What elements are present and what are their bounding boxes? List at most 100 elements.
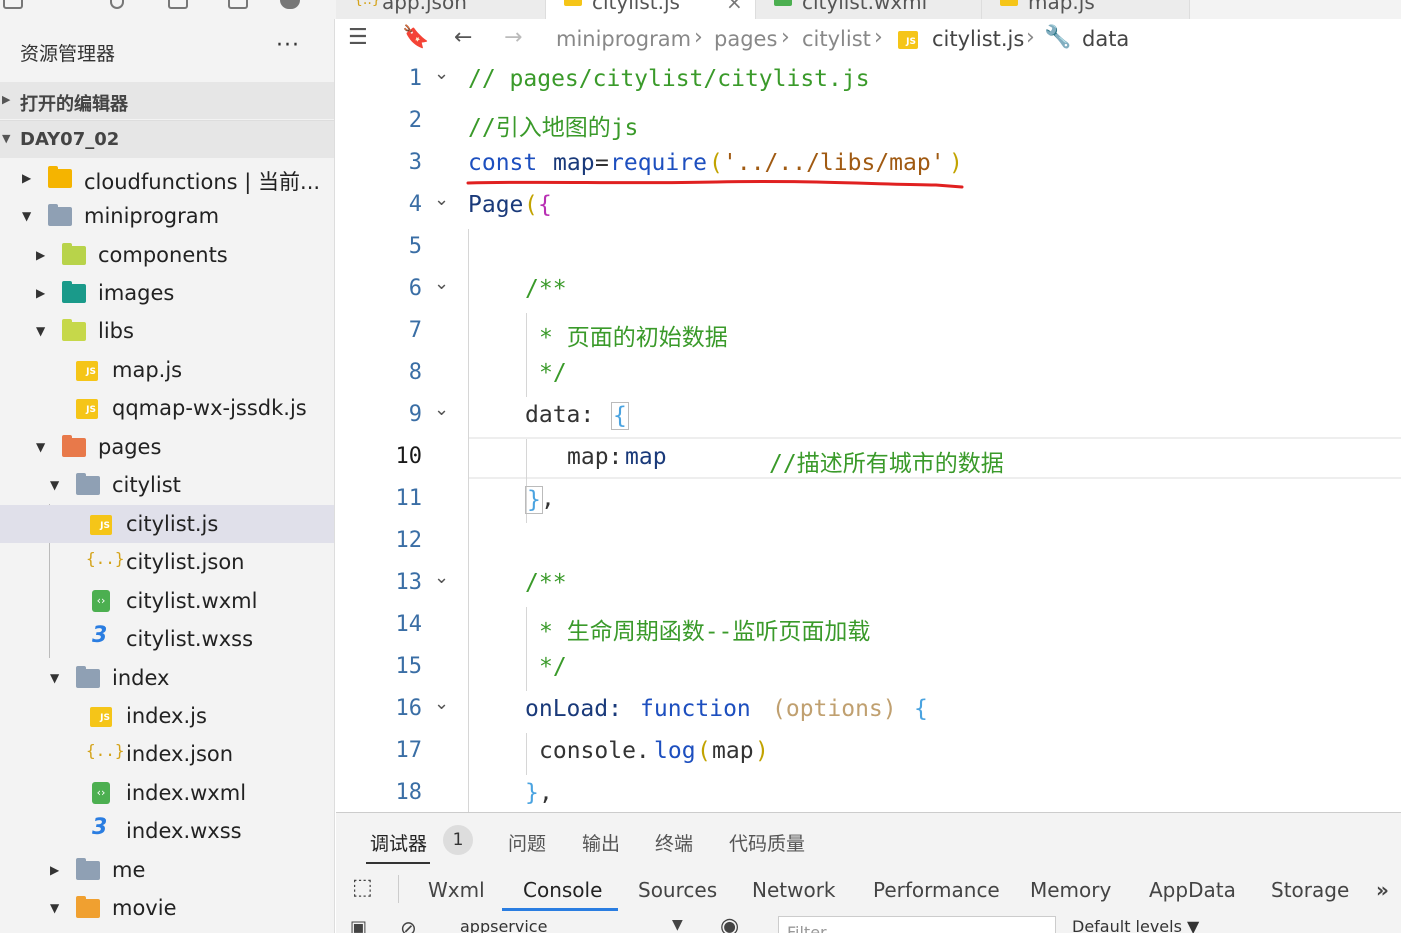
tree-item-libs[interactable]: ▼ libs: [0, 312, 334, 350]
chevron-down-icon[interactable]: ⌄: [434, 693, 449, 714]
tab-map-js[interactable]: map.js: [982, 0, 1190, 19]
chevron-down-icon[interactable]: ⌄: [434, 273, 449, 294]
real-device-icon[interactable]: [228, 0, 248, 9]
devtools-tab-storage[interactable]: Storage: [1271, 878, 1349, 902]
chevron-down-icon[interactable]: ⌄: [434, 189, 449, 210]
devtools-tab-performance[interactable]: Performance: [873, 878, 1000, 902]
context-select[interactable]: appservice: [460, 917, 547, 933]
tree-item-index-json[interactable]: {..} index.json: [0, 735, 334, 773]
chevron-right-icon: ▶: [50, 863, 60, 877]
arrow-icon[interactable]: [60, 0, 80, 9]
chevron-down-icon: ▼: [50, 478, 60, 492]
tree-item-index[interactable]: ▼ index: [0, 659, 334, 697]
preview-icon[interactable]: [168, 0, 188, 9]
clear-console-icon[interactable]: ⊘: [400, 916, 417, 933]
more-actions-button[interactable]: ···: [276, 33, 300, 58]
breadcrumb-miniprogram[interactable]: miniprogram: [556, 27, 691, 51]
code-line[interactable]: 11 } ,: [336, 479, 1401, 521]
tree-item-map-js[interactable]: JS map.js: [0, 351, 334, 389]
tree-item-qqmap-js[interactable]: JS qqmap-wx-jssdk.js: [0, 389, 334, 427]
code-line[interactable]: 14 * 生命周期函数--监听页面加载: [336, 605, 1401, 647]
tree-item-movie[interactable]: ▼ movie: [0, 889, 334, 927]
tab-problems[interactable]: 问题: [508, 829, 546, 856]
tab-debugger[interactable]: 调试器: [370, 829, 427, 856]
code-line-current[interactable]: 10 map: map //描述所有城市的数据: [336, 437, 1401, 479]
tab-terminal[interactable]: 终端: [655, 829, 693, 856]
code-line[interactable]: 16 ⌄ onLoad: function (options) {: [336, 689, 1401, 731]
chevron-down-icon[interactable]: ⌄: [434, 399, 449, 420]
breadcrumb-pages[interactable]: pages: [714, 27, 777, 51]
more-tabs-button[interactable]: »: [1376, 878, 1389, 902]
code-line[interactable]: 5: [336, 227, 1401, 269]
wxss-file-icon: 3: [92, 623, 108, 648]
inspect-element-icon[interactable]: ⬚: [352, 875, 373, 900]
code-line[interactable]: 6 ⌄ /**: [336, 269, 1401, 311]
devtools-tab-console[interactable]: Console: [523, 878, 602, 902]
chevron-down-icon[interactable]: ⌄: [434, 567, 449, 588]
tree-item-index-wxss[interactable]: 3 index.wxss: [0, 812, 334, 850]
compile-icon[interactable]: [110, 0, 124, 9]
devtools-tab-network[interactable]: Network: [752, 878, 836, 902]
chevron-down-icon[interactable]: ⌄: [434, 63, 449, 84]
code-line[interactable]: 2 //引入地图的js: [336, 101, 1401, 143]
tree-item-components[interactable]: ▶ components: [0, 236, 334, 274]
tree-item-cloudfunctions[interactable]: ▶ cloudfunctions | 当前...: [0, 159, 334, 197]
code-line[interactable]: 8 */: [336, 353, 1401, 395]
tree-item-me[interactable]: ▶ me: [0, 851, 334, 889]
forward-arrow-icon[interactable]: →: [504, 25, 522, 50]
tab-output[interactable]: 输出: [582, 829, 620, 856]
tree-item-index-wxml[interactable]: ‹› index.wxml: [0, 774, 334, 812]
js-file-icon: JS: [898, 31, 918, 49]
tree-item-index-js[interactable]: JS index.js: [0, 697, 334, 735]
log-levels-select[interactable]: Default levels ▼: [1072, 917, 1199, 933]
code-line[interactable]: 12: [336, 521, 1401, 563]
tree-item-miniprogram[interactable]: ▼ miniprogram: [0, 197, 334, 235]
dropdown-arrow-icon: ▼: [672, 917, 683, 933]
breadcrumb-data[interactable]: data: [1082, 27, 1129, 51]
problem-count-badge: 1: [443, 825, 473, 855]
code-line[interactable]: 4 ⌄ Page ( {: [336, 185, 1401, 227]
code-line[interactable]: 9 ⌄ data: {: [336, 395, 1401, 437]
chevron-down-icon: ▼: [2, 132, 11, 145]
code-line[interactable]: 15 */: [336, 647, 1401, 689]
tree-item-citylist[interactable]: ▼ citylist: [0, 466, 334, 504]
project-section[interactable]: ▼ DAY07_02: [0, 120, 334, 158]
user-icon[interactable]: [280, 0, 300, 9]
open-editors-section[interactable]: ▶ 打开的编辑器: [0, 82, 334, 119]
code-line[interactable]: 1 ⌄ // pages/citylist/citylist.js: [336, 59, 1401, 101]
code-line[interactable]: 13 ⌄ /**: [336, 563, 1401, 605]
devtools-tab-memory[interactable]: Memory: [1030, 878, 1111, 902]
sidebar-toggle-icon[interactable]: ▣: [350, 917, 367, 933]
json-file-icon: {..}: [86, 741, 125, 760]
tab-citylist-js[interactable]: citylist.js ×: [546, 0, 756, 19]
filter-input[interactable]: Filter: [778, 916, 1056, 933]
list-icon[interactable]: ☰: [348, 25, 368, 50]
code-line[interactable]: 17 console. log ( map ): [336, 731, 1401, 773]
close-tab-icon[interactable]: ×: [726, 0, 743, 14]
tree-item-pages[interactable]: ▼ pages: [0, 428, 334, 466]
js-file-icon: JS: [76, 361, 98, 381]
movie-folder-icon: [76, 896, 100, 918]
chevron-right-icon: ›: [874, 25, 883, 50]
new-file-icon[interactable]: [3, 0, 23, 9]
breadcrumb-citylist-js[interactable]: citylist.js: [932, 27, 1024, 51]
tab-code-quality[interactable]: 代码质量: [729, 829, 805, 856]
tree-item-citylist-js[interactable]: JS citylist.js: [0, 505, 334, 543]
tree-item-images[interactable]: ▶ images: [0, 274, 334, 312]
devtools-tab-wxml[interactable]: Wxml: [428, 878, 485, 902]
tree-item-citylist-json[interactable]: {..} citylist.json: [0, 543, 334, 581]
tree-item-citylist-wxml[interactable]: ‹› citylist.wxml: [0, 582, 334, 620]
devtools-tab-sources[interactable]: Sources: [638, 878, 717, 902]
devtools-tab-appdata[interactable]: AppData: [1149, 878, 1236, 902]
tree-item-citylist-wxss[interactable]: 3 citylist.wxss: [0, 620, 334, 658]
tab-citylist-wxml[interactable]: citylist.wxml: [756, 0, 982, 19]
bookmark-icon[interactable]: 🔖: [402, 25, 429, 50]
wxss-file-icon: 3: [92, 815, 108, 840]
tab-app-json[interactable]: {..} app.json: [336, 0, 546, 19]
back-arrow-icon[interactable]: ←: [454, 25, 472, 50]
eye-icon[interactable]: ◉: [720, 914, 739, 933]
code-line[interactable]: 18 } ,: [336, 773, 1401, 812]
wxml-file-icon: [774, 0, 792, 6]
breadcrumb-citylist[interactable]: citylist: [802, 27, 871, 51]
code-line[interactable]: 7 * 页面的初始数据: [336, 311, 1401, 353]
